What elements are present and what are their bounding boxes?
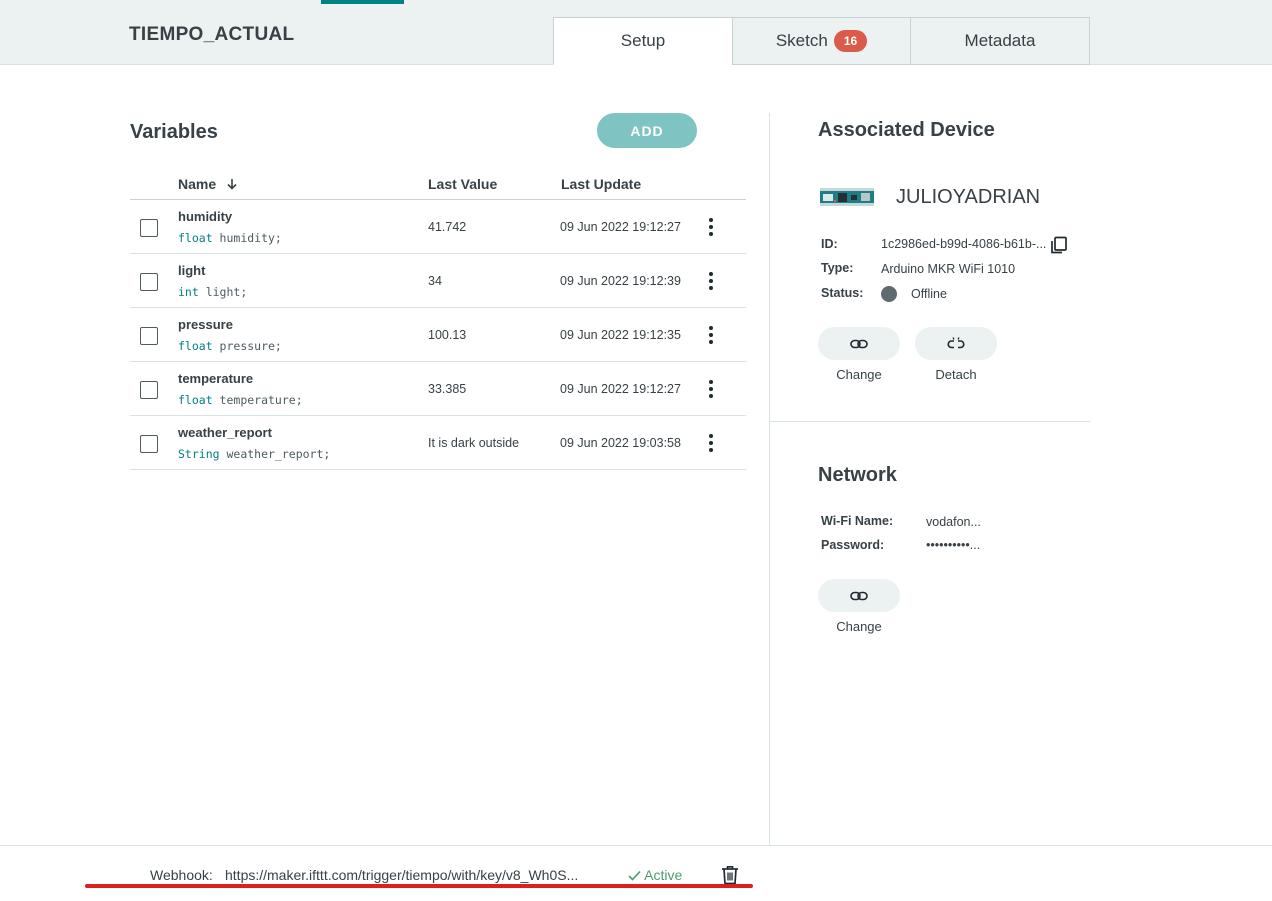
top-bar: TIEMPO_ACTUAL Setup Sketch 16 Metadata <box>0 0 1272 65</box>
variable-last-value: 41.742 <box>428 220 467 234</box>
column-header-last-update: Last Update <box>561 176 642 192</box>
device-id-label: ID: <box>821 237 838 251</box>
nav-active-indicator <box>321 0 404 4</box>
variable-type: float <box>178 339 213 353</box>
row-more-options-icon[interactable] <box>706 434 716 452</box>
variable-last-update: 09 Jun 2022 19:12:27 <box>560 220 681 234</box>
sort-arrow-down-icon <box>227 179 237 190</box>
password-value: ••••••••••... <box>926 538 981 552</box>
variable-declaration: float humidity; <box>178 231 282 245</box>
status-offline-icon <box>881 286 897 302</box>
variable-name: humidity <box>178 209 233 224</box>
check-icon <box>628 870 641 881</box>
unlink-icon <box>947 336 965 348</box>
variable-declaration: int light; <box>178 285 247 299</box>
trash-icon[interactable] <box>721 865 739 885</box>
row-checkbox[interactable] <box>140 273 158 291</box>
device-type-label: Type: <box>821 261 854 275</box>
column-name-label: Name <box>178 176 217 192</box>
device-type-value: Arduino MKR WiFi 1010 <box>881 262 1016 276</box>
table-row[interactable]: weather_report String weather_report; It… <box>130 416 746 470</box>
annotation-underline <box>85 884 753 888</box>
variable-last-value: 33.385 <box>428 382 467 396</box>
wifi-name-value: vodafon... <box>926 515 981 529</box>
variable-declaration: float temperature; <box>178 393 303 407</box>
add-variable-button[interactable]: ADD <box>597 113 697 148</box>
variable-declaration-name: weather_report; <box>219 447 331 461</box>
variable-type: float <box>178 231 213 245</box>
variable-declaration-name: pressure; <box>212 339 282 353</box>
tab-setup-label: Setup <box>620 31 666 50</box>
section-divider <box>770 421 1090 422</box>
variable-declaration: String weather_report; <box>178 447 330 461</box>
row-checkbox[interactable] <box>140 219 158 237</box>
table-row[interactable]: humidity float humidity; 41.742 09 Jun 2… <box>130 200 746 254</box>
change-network-button[interactable] <box>818 579 900 612</box>
variable-name: temperature <box>178 371 254 386</box>
variable-declaration-name: temperature; <box>212 393 303 407</box>
row-more-options-icon[interactable] <box>706 218 716 236</box>
variable-type: int <box>178 285 199 299</box>
change-network-label: Change <box>836 619 882 634</box>
tab-sketch-label: Sketch <box>775 31 828 50</box>
column-header-name[interactable]: Name <box>178 176 238 192</box>
network-title: Network <box>818 464 897 486</box>
row-checkbox[interactable] <box>140 327 158 345</box>
webhook-label: Webhook: <box>150 867 213 883</box>
table-row[interactable]: temperature float temperature; 33.385 09… <box>130 362 746 416</box>
variable-declaration-name: humidity; <box>212 231 282 245</box>
tab-metadata-label: Metadata <box>964 31 1036 50</box>
variable-name: pressure <box>178 317 233 332</box>
password-label: Password: <box>821 538 885 552</box>
device-status-value: Offline <box>911 287 947 301</box>
row-more-options-icon[interactable] <box>706 326 716 344</box>
copy-icon[interactable] <box>1049 235 1069 255</box>
panel-divider <box>769 113 770 845</box>
detach-device-label: Detach <box>935 367 977 382</box>
variable-last-update: 09 Jun 2022 19:12:39 <box>560 274 681 288</box>
webhook-url[interactable]: https://maker.ifttt.com/trigger/tiempo/w… <box>225 867 578 883</box>
row-more-options-icon[interactable] <box>706 272 716 290</box>
row-checkbox[interactable] <box>140 435 158 453</box>
variables-title: Variables <box>130 121 218 143</box>
associated-device-title: Associated Device <box>818 119 995 141</box>
change-device-label: Change <box>836 367 882 382</box>
variable-last-update: 09 Jun 2022 19:03:58 <box>560 436 681 450</box>
device-name: JULIOYADRIAN <box>896 186 1041 208</box>
row-more-options-icon[interactable] <box>706 380 716 398</box>
board-icon <box>820 188 874 206</box>
tab-metadata[interactable]: Metadata <box>910 17 1090 65</box>
variable-type: String <box>178 447 220 461</box>
variable-last-value: 100.13 <box>428 328 467 342</box>
thing-title: TIEMPO_ACTUAL <box>129 24 295 45</box>
column-header-last-value: Last Value <box>428 176 498 192</box>
sketch-count-badge: 16 <box>833 30 868 52</box>
variable-last-value: It is dark outside <box>428 436 520 450</box>
table-row[interactable]: light int light; 34 09 Jun 2022 19:12:39 <box>130 254 746 308</box>
tab-setup[interactable]: Setup <box>553 17 733 65</box>
detach-device-button[interactable] <box>915 327 997 360</box>
change-device-button[interactable] <box>818 327 900 360</box>
link-icon <box>850 339 868 348</box>
link-icon <box>850 591 868 600</box>
table-row[interactable]: pressure float pressure; 100.13 09 Jun 2… <box>130 308 746 362</box>
variable-last-update: 09 Jun 2022 19:12:27 <box>560 382 681 396</box>
webhook-status-label: Active <box>644 867 683 883</box>
variable-type: float <box>178 393 213 407</box>
device-id-value: 1c2986ed-b99d-4086-b61b-... <box>881 237 1047 251</box>
variable-name: light <box>178 263 206 278</box>
wifi-name-label: Wi-Fi Name: <box>821 514 894 528</box>
variable-declaration-name: light; <box>198 285 248 299</box>
variable-declaration: float pressure; <box>178 339 282 353</box>
footer-divider <box>0 845 1272 846</box>
variable-name: weather_report <box>178 425 272 440</box>
webhook-status: Active <box>628 867 682 883</box>
row-checkbox[interactable] <box>140 381 158 399</box>
variable-last-value: 34 <box>428 274 442 288</box>
device-status-label: Status: <box>821 286 864 300</box>
tab-sketch[interactable]: Sketch 16 <box>732 17 911 65</box>
variable-last-update: 09 Jun 2022 19:12:35 <box>560 328 681 342</box>
